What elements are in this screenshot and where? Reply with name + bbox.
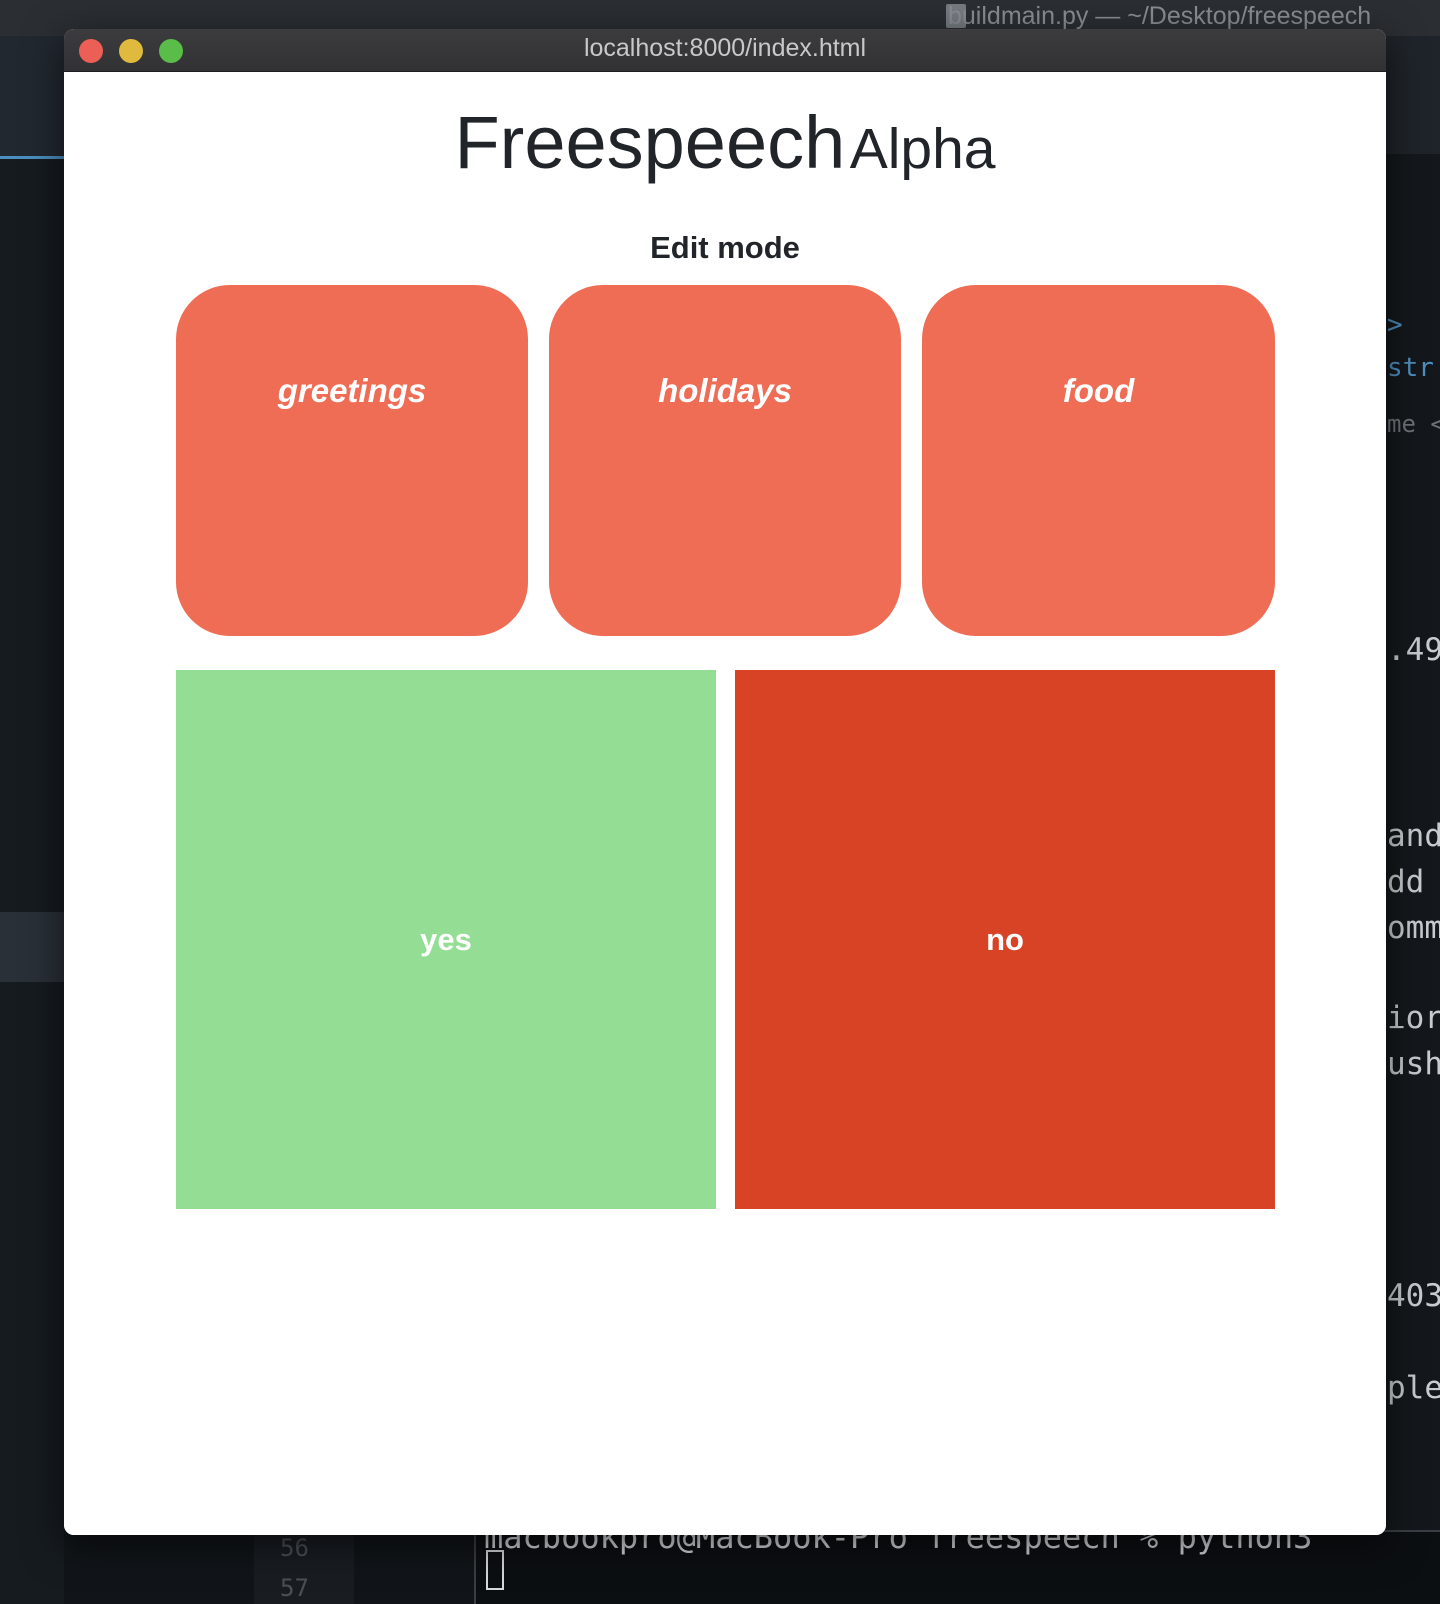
category-label: holidays [658, 371, 792, 409]
code-fragment: str [1387, 353, 1434, 383]
code-fragment: omm [1387, 910, 1440, 946]
editor-sidebar-header [0, 36, 64, 156]
mode-label: Edit mode [650, 230, 800, 265]
category-label: greetings [277, 371, 427, 409]
editor-tab-area [1386, 36, 1440, 154]
terminal-cursor [486, 1550, 504, 1590]
category-tile-greetings[interactable]: greetings [176, 285, 528, 636]
code-fragment: ple [1387, 1370, 1440, 1406]
no-button[interactable]: no [735, 670, 1275, 1209]
code-fragment: ior [1387, 1000, 1440, 1036]
code-fragment: me < [1387, 410, 1440, 438]
code-fragment: 403 [1387, 1278, 1440, 1314]
browser-titlebar[interactable]: localhost:8000/index.html [64, 29, 1386, 72]
page-title-sub: Alpha [849, 117, 996, 181]
category-label: food [1062, 371, 1135, 409]
page-content: Freespeech Alpha Edit mode greetings hol… [64, 72, 1386, 1535]
line-number: 57 [280, 1574, 309, 1602]
code-fragment: dd [1387, 864, 1425, 900]
code-fragment: .49 [1387, 632, 1440, 668]
browser-url: localhost:8000/index.html [583, 34, 867, 62]
page-title: Freespeech Alpha [64, 100, 1386, 185]
line-number: 56 [280, 1534, 309, 1562]
category-tile-holidays[interactable]: holidays [549, 285, 901, 636]
yes-button[interactable]: yes [176, 670, 716, 1209]
code-fragment: > [1387, 310, 1403, 340]
terminal-panel[interactable]: macbookpro@MacBook-Pro freespeech % pyth… [474, 1518, 1440, 1604]
page-title-main: Freespeech [454, 101, 846, 184]
code-fragment: and [1387, 818, 1440, 854]
editor-sidebar-divider [0, 156, 64, 159]
yes-label: yes [420, 921, 472, 957]
browser-window: localhost:8000/index.html Freespeech Alp… [64, 29, 1386, 1535]
desktop: buildmain.py — ~/Desktop/freespeech > st… [0, 0, 1440, 1604]
editor-sidebar [0, 36, 64, 1604]
editor-title: buildmain.py — ~/Desktop/freespeech [948, 2, 1372, 30]
category-tile-food[interactable]: food [922, 285, 1275, 636]
code-fragment: ush [1387, 1046, 1440, 1082]
no-label: no [986, 921, 1024, 957]
editor-sidebar-selected-item[interactable] [0, 912, 64, 982]
